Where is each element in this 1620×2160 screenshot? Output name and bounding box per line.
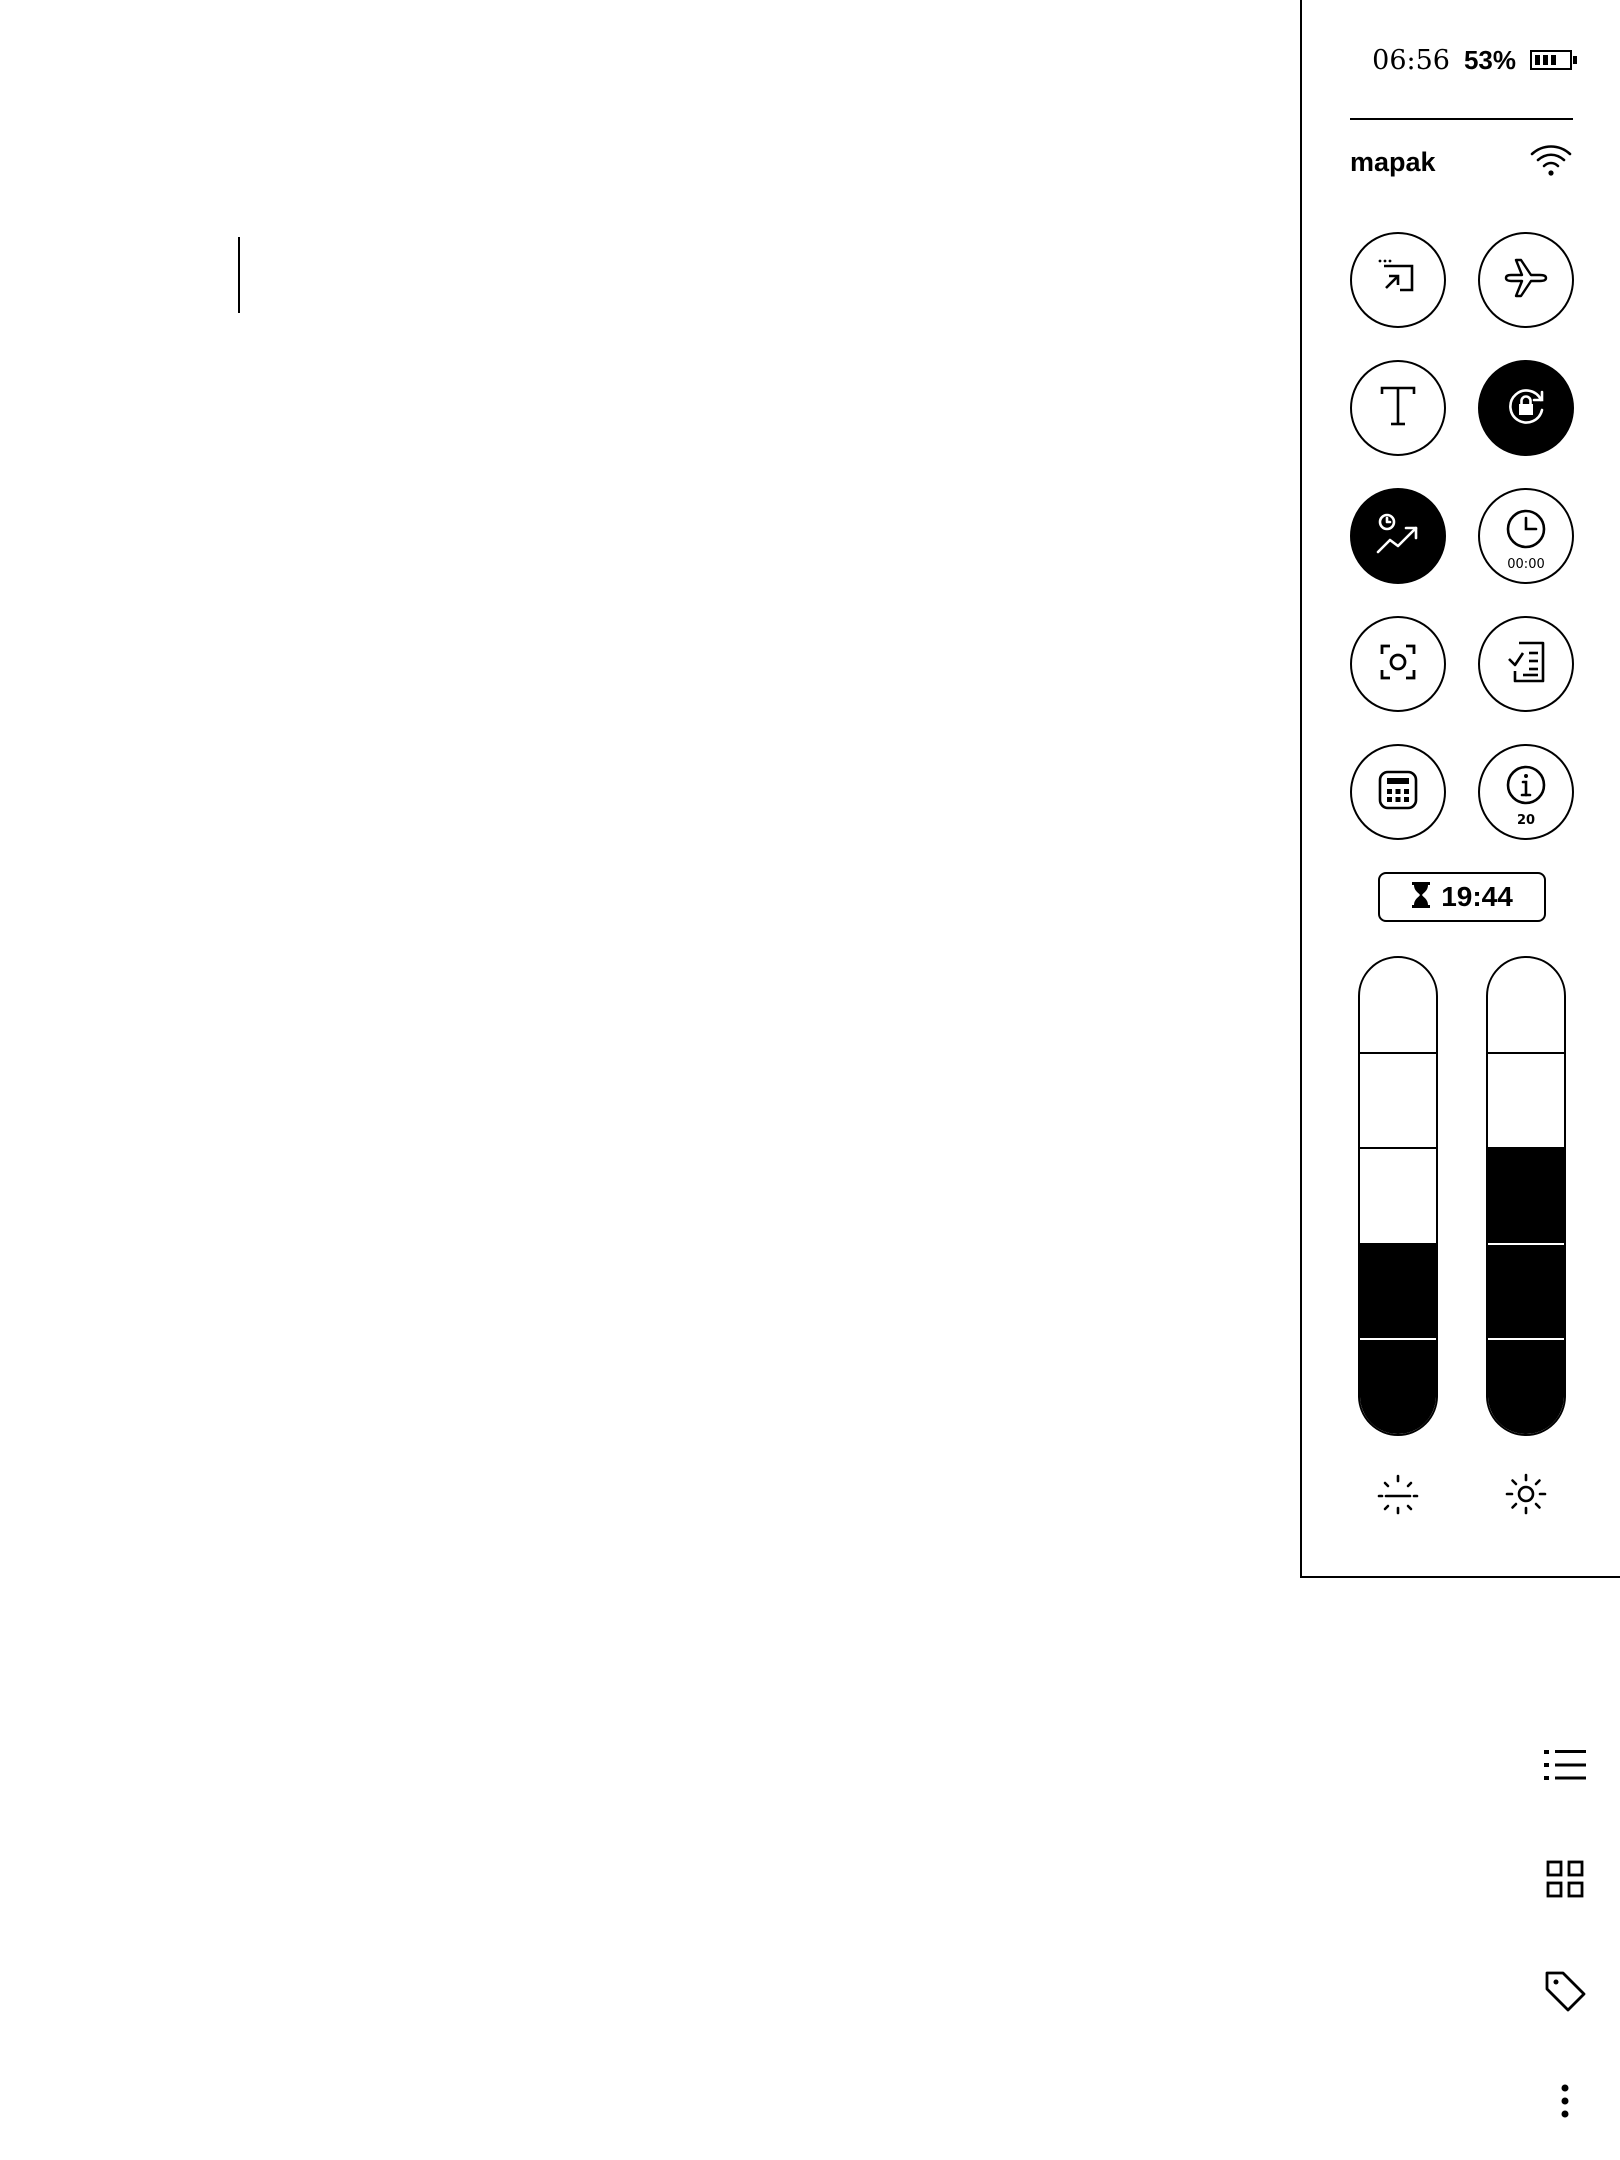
screenshot-icon bbox=[1378, 642, 1418, 686]
more-vertical-icon bbox=[1560, 2083, 1570, 2123]
grid-icon bbox=[1546, 1860, 1584, 1902]
status-divider bbox=[1350, 118, 1573, 120]
screenshot-button[interactable] bbox=[1350, 616, 1446, 712]
battery-cell bbox=[1551, 55, 1556, 65]
slider-segment-line bbox=[1360, 1242, 1436, 1245]
sleep-timer-pill[interactable]: 19:44 bbox=[1378, 872, 1546, 922]
more-options-button[interactable] bbox=[1540, 2078, 1590, 2128]
warm-light-icon bbox=[1374, 1470, 1422, 1518]
wifi-network-name: mapak bbox=[1350, 146, 1436, 177]
battery-icon bbox=[1530, 50, 1577, 70]
info-count: 20 bbox=[1516, 813, 1536, 828]
battery-cell bbox=[1543, 55, 1548, 65]
info-icon bbox=[1505, 764, 1547, 810]
reading-timer-value: 00:00 bbox=[1507, 557, 1545, 572]
battery-percent: 53% bbox=[1463, 44, 1516, 75]
slider-segment-line bbox=[1488, 1242, 1564, 1245]
brightness-slider-fill bbox=[1488, 1148, 1564, 1434]
tasks-button[interactable] bbox=[1478, 616, 1574, 712]
battery-cell bbox=[1535, 55, 1540, 65]
text-cursor bbox=[238, 237, 240, 313]
grid-view-button[interactable] bbox=[1540, 1856, 1590, 1906]
slider-segment-line bbox=[1360, 1052, 1436, 1055]
wifi-icon bbox=[1529, 142, 1573, 182]
slider-segment-line bbox=[1488, 1052, 1564, 1055]
clock-icon bbox=[1505, 508, 1547, 554]
rotation-lock-icon bbox=[1504, 384, 1548, 432]
warmth-slider[interactable] bbox=[1358, 956, 1438, 1436]
tags-button[interactable] bbox=[1540, 1968, 1590, 2018]
slider-segment-line bbox=[1360, 1147, 1436, 1150]
airplane-mode-button[interactable] bbox=[1478, 232, 1574, 328]
calculator-icon bbox=[1377, 769, 1419, 815]
slider-segment-line bbox=[1360, 1337, 1436, 1340]
table-of-contents-button[interactable] bbox=[1540, 1742, 1590, 1792]
clock-time: 06:56 bbox=[1372, 44, 1450, 76]
font-settings-button[interactable] bbox=[1350, 360, 1446, 456]
slider-segment-line bbox=[1488, 1337, 1564, 1340]
info-button[interactable]: 20 bbox=[1478, 744, 1574, 840]
stats-trend-icon bbox=[1374, 512, 1422, 560]
airplane-icon bbox=[1502, 256, 1550, 304]
hourglass-icon bbox=[1411, 882, 1431, 912]
text-t-icon bbox=[1378, 384, 1418, 432]
quick-settings-panel: 06:56 53% mapak 00:00 20 19:44 bbox=[1300, 0, 1620, 1578]
cast-icon bbox=[1376, 258, 1420, 302]
reading-stats-button[interactable] bbox=[1350, 488, 1446, 584]
rotation-lock-button[interactable] bbox=[1478, 360, 1574, 456]
screen-cast-button[interactable] bbox=[1350, 232, 1446, 328]
brightness-slider[interactable] bbox=[1486, 956, 1566, 1436]
tag-icon bbox=[1543, 1969, 1587, 2017]
brightness-icon bbox=[1502, 1470, 1550, 1518]
status-bar: 06:56 53% bbox=[1302, 38, 1577, 82]
checklist-icon bbox=[1505, 639, 1547, 689]
sleep-timer-value: 19:44 bbox=[1441, 881, 1513, 912]
reading-timer-button[interactable]: 00:00 bbox=[1478, 488, 1574, 584]
wifi-row[interactable]: mapak bbox=[1350, 140, 1573, 184]
calculator-button[interactable] bbox=[1350, 744, 1446, 840]
list-icon bbox=[1544, 1748, 1586, 1786]
slider-segment-line bbox=[1488, 1147, 1564, 1150]
